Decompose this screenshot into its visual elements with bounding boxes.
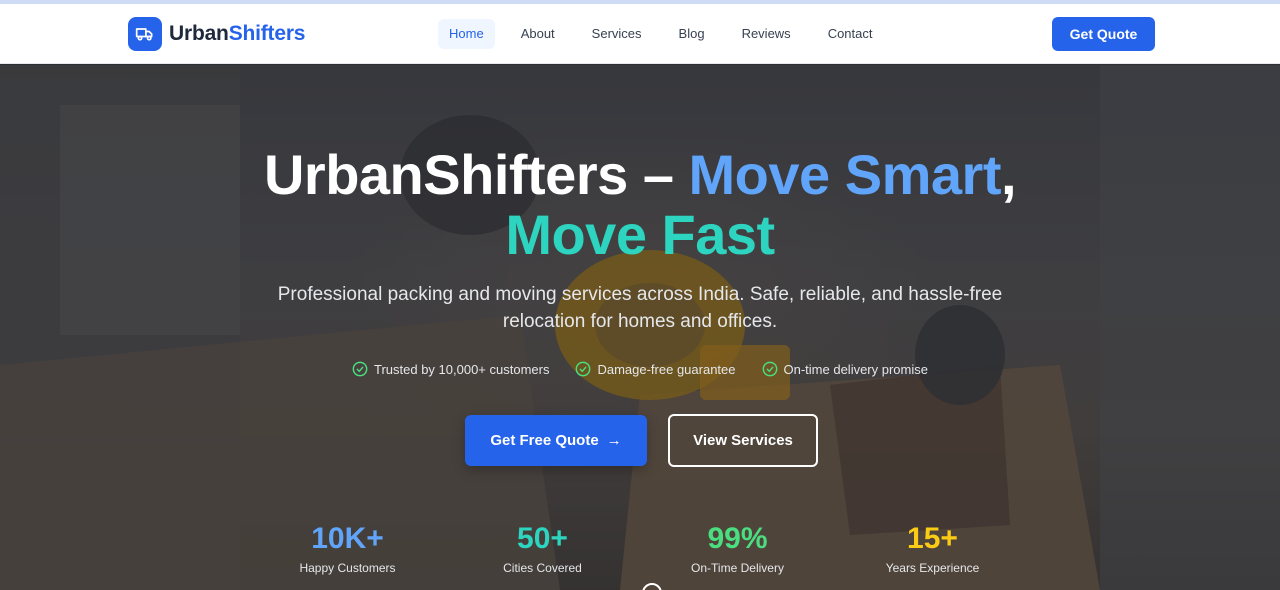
feature-on-time: On-time delivery promise	[762, 361, 929, 377]
hero-subtitle: Professional packing and moving services…	[277, 284, 1003, 332]
logo-link[interactable]: UrbanShifters	[128, 17, 305, 51]
truck-icon	[128, 17, 162, 51]
get-free-quote-label: Get Free Quote	[490, 432, 599, 449]
hero-title-move-fast: Move Fast	[505, 203, 775, 266]
nav-reviews[interactable]: Reviews	[731, 19, 802, 49]
nav-contact[interactable]: Contact	[817, 19, 884, 49]
stat-customers: 10K+ Happy Customers	[250, 521, 445, 575]
stat-on-time: 99% On-Time Delivery	[640, 521, 835, 575]
nav-about[interactable]: About	[510, 19, 566, 49]
stat-value: 99%	[707, 522, 768, 555]
stat-value: 15+	[907, 522, 958, 555]
site-header: UrbanShifters Home About Services Blog R…	[0, 4, 1280, 64]
stat-experience: 15+ Years Experience	[835, 521, 1030, 575]
brand-name-part2: Shifters	[228, 22, 306, 45]
stat-label: Years Experience	[885, 561, 980, 575]
stat-label: Cities Covered	[503, 561, 582, 575]
get-free-quote-button[interactable]: Get Free Quote →	[465, 415, 647, 466]
hero-title-comma: ,	[1000, 143, 1017, 206]
stat-cities: 50+ Cities Covered	[445, 521, 640, 575]
view-services-button[interactable]: View Services	[668, 414, 818, 467]
stat-label: On-Time Delivery	[691, 561, 784, 575]
feature-label: Damage-free guarantee	[597, 361, 736, 377]
check-circle-icon	[352, 361, 368, 377]
check-circle-icon	[576, 361, 591, 377]
nav-home[interactable]: Home	[438, 19, 495, 49]
nav-blog[interactable]: Blog	[668, 19, 716, 49]
hero-title: UrbanShifters – Move Smart, Move Fast	[240, 145, 1040, 265]
check-circle-icon	[762, 361, 777, 377]
feature-trusted: Trusted by 10,000+ customers	[352, 361, 549, 377]
nav-services[interactable]: Services	[581, 19, 653, 49]
hero-title-move-smart: Move Smart	[688, 143, 1002, 206]
feature-label: On-time delivery promise	[783, 361, 929, 377]
stat-value: 10K+	[311, 522, 384, 555]
stats-row: 10K+ Happy Customers 50+ Cities Covered …	[250, 521, 1030, 575]
stat-value: 50+	[517, 522, 568, 555]
feature-label: Trusted by 10,000+ customers	[374, 361, 550, 377]
hero-title-brand: UrbanShifters –	[263, 143, 674, 206]
brand-name-part1: Urban	[169, 22, 229, 45]
arrow-right-icon: →	[606, 432, 622, 449]
feature-damage-free: Damage-free guarantee	[575, 361, 736, 377]
get-quote-button[interactable]: Get Quote	[1052, 17, 1155, 51]
main-nav: Home About Services Blog Reviews Contact	[438, 19, 884, 49]
hero-section: UrbanShifters – Move Smart, Move Fast Pr…	[0, 65, 1280, 590]
brand-name: UrbanShifters	[169, 22, 305, 46]
stat-label: Happy Customers	[299, 561, 396, 575]
hero-features: Trusted by 10,000+ customers Damage-free…	[0, 361, 1280, 377]
